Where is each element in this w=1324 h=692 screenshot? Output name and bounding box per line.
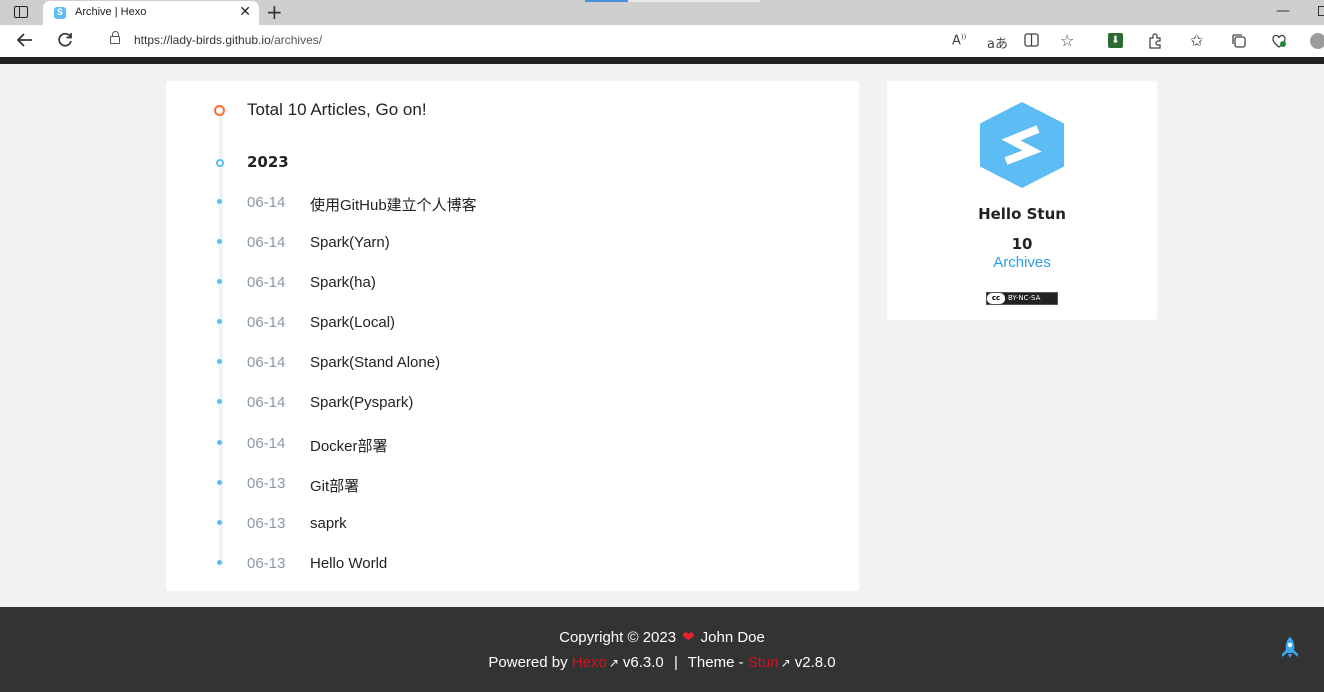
author-text: John Doe (700, 629, 765, 646)
powered-by-line: Powered by Hexo ↗ v6.3.0 | Theme - Stun ↗ v2… (0, 654, 1324, 671)
hexo-version: v6.3.0 (622, 654, 664, 671)
post-title-link[interactable]: Git部署 (310, 475, 359, 496)
url-text[interactable]: https://lady-birds.github.io/archives/ (134, 33, 322, 47)
post-date: 06-13 (247, 555, 286, 572)
archive-post-row[interactable]: 06-14 Spark(Yarn) (166, 232, 859, 256)
extension-download-icon[interactable]: ⬇ (1108, 33, 1123, 48)
url-field[interactable]: https://lady-birds.github.io/archives/ (90, 28, 1090, 54)
post-dot (217, 440, 222, 445)
post-dot (217, 560, 222, 565)
post-title-link[interactable]: Spark(Stand Alone) (310, 354, 440, 371)
post-title-link[interactable]: saprk (310, 515, 347, 532)
post-date: 06-14 (247, 194, 286, 211)
browser-tab-bar: S Archive | Hexo ✕ + — (0, 0, 1324, 25)
post-date: 06-13 (247, 475, 286, 492)
author-name: Hello Stun (978, 205, 1066, 223)
timeline-line (219, 111, 223, 566)
post-date: 06-13 (247, 515, 286, 532)
post-dot (217, 399, 222, 404)
post-date: 06-14 (247, 354, 286, 371)
footer-separator: | (673, 654, 678, 671)
post-dot (217, 239, 222, 244)
author-sidebar: Hello Stun 10 Archives cc BY-NC-SA (887, 81, 1157, 320)
stun-link[interactable]: Stun (748, 654, 779, 671)
post-date: 06-14 (247, 435, 286, 452)
license-text: BY-NC-SA (1008, 294, 1041, 302)
new-tab-button[interactable]: + (266, 1, 283, 23)
post-date: 06-14 (247, 314, 286, 331)
post-dot (217, 359, 222, 364)
tab-indicator (585, 0, 628, 2)
post-title-link[interactable]: 使用GitHub建立个人博客 (310, 194, 477, 215)
post-date: 06-14 (247, 394, 286, 411)
minimize-icon[interactable]: — (1276, 3, 1290, 19)
external-link-icon: ↗ (608, 656, 619, 670)
archive-post-row[interactable]: 06-14 Docker部署 (166, 433, 859, 457)
translate-icon[interactable]: aあ (987, 33, 1008, 52)
address-toolbar: https://lady-birds.github.io/archives/ A… (0, 25, 1324, 57)
back-to-top-rocket-icon[interactable] (1280, 637, 1300, 659)
archive-post-row[interactable]: 06-14 Spark(Local) (166, 312, 859, 336)
timeline-start-dot (214, 105, 225, 116)
tab-favicon: S (54, 7, 66, 19)
post-date: 06-14 (247, 234, 286, 251)
site-header-bar (0, 57, 1324, 64)
archive-post-row[interactable]: 06-14 使用GitHub建立个人博客 (166, 192, 859, 216)
copyright-line: Copyright © 2023 ❤ John Doe (0, 628, 1324, 646)
external-link-icon: ↗ (780, 656, 791, 670)
favorite-icon[interactable]: ☆ (1060, 31, 1074, 50)
post-dot (217, 480, 222, 485)
sidebar-toggle-icon[interactable] (14, 6, 28, 18)
archive-count[interactable]: 10 (887, 235, 1157, 253)
archives-link[interactable]: Archives (887, 254, 1157, 271)
post-title-link[interactable]: Docker部署 (310, 435, 388, 456)
post-date: 06-14 (247, 274, 286, 291)
extensions-icon[interactable] (1147, 33, 1163, 53)
hexo-link[interactable]: Hexo (572, 654, 607, 671)
profile-icon[interactable] (1310, 33, 1324, 49)
stun-logo-icon[interactable] (980, 102, 1064, 188)
site-footer: Copyright © 2023 ❤ John Doe Powered by Hex… (0, 607, 1324, 692)
post-title-link[interactable]: Spark(ha) (310, 274, 376, 291)
archive-post-row[interactable]: 06-13 Hello World (166, 553, 859, 577)
back-icon[interactable] (16, 31, 34, 54)
archive-total-text: Total 10 Articles, Go on! (247, 100, 427, 119)
stun-version: v2.8.0 (794, 654, 836, 671)
tab-indicator-secondary (628, 0, 760, 2)
collections-icon[interactable] (1231, 33, 1247, 53)
post-title-link[interactable]: Spark(Local) (310, 314, 395, 331)
read-aloud-icon[interactable]: A)) (952, 33, 966, 48)
post-dot (217, 279, 222, 284)
heart-icon: ❤ (682, 629, 695, 646)
browser-essentials-icon[interactable] (1271, 33, 1287, 53)
theme-label: Theme - (687, 654, 744, 671)
active-tab[interactable]: S Archive | Hexo ✕ (43, 1, 259, 25)
archive-post-row[interactable]: 06-14 Spark(Stand Alone) (166, 352, 859, 376)
copyright-text: Copyright © 2023 (559, 629, 677, 646)
tab-title: Archive | Hexo (75, 6, 147, 18)
favorites-icon[interactable]: ✩ (1190, 31, 1203, 50)
archive-post-row[interactable]: 06-14 Spark(Pyspark) (166, 392, 859, 416)
archive-post-row[interactable]: 06-13 Git部署 (166, 473, 859, 497)
year-dot (216, 159, 224, 167)
refresh-icon[interactable] (56, 31, 74, 54)
cc-icon: cc (987, 293, 1005, 304)
archive-post-row[interactable]: 06-13 saprk (166, 513, 859, 537)
tab-close-icon[interactable]: ✕ (239, 4, 251, 20)
post-title-link[interactable]: Hello World (310, 555, 387, 572)
archive-card: Total 10 Articles, Go on! 2023 06-14 使用G… (166, 81, 859, 591)
creative-commons-badge[interactable]: cc BY-NC-SA (986, 292, 1058, 305)
post-dot (217, 319, 222, 324)
post-dot (217, 199, 222, 204)
post-dot (217, 520, 222, 525)
lock-icon[interactable] (110, 31, 120, 44)
maximize-icon[interactable] (1318, 6, 1324, 16)
archive-year: 2023 (247, 153, 289, 171)
post-title-link[interactable]: Spark(Yarn) (310, 234, 390, 251)
split-screen-icon[interactable] (1024, 33, 1039, 51)
powered-by-label: Powered by (488, 654, 568, 671)
post-title-link[interactable]: Spark(Pyspark) (310, 394, 413, 411)
archive-post-row[interactable]: 06-14 Spark(ha) (166, 272, 859, 296)
